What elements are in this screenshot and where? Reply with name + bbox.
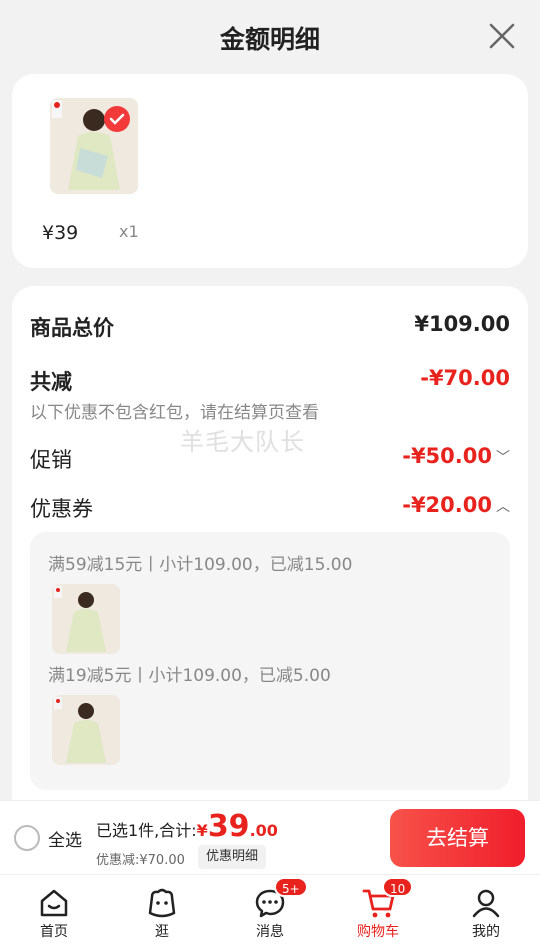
currency-symbol: ¥ (196, 821, 208, 840)
tab-label: 首页 (40, 924, 68, 940)
coupon-row-value[interactable]: -¥20.00 ︿ (402, 493, 510, 517)
chevron-up-icon: ︿ (496, 499, 510, 515)
tab-bar: 首页 逛 5+ 消息 10 购物车 我的 (0, 874, 540, 949)
select-all-radio[interactable] (14, 825, 40, 851)
tab-profile[interactable]: 我的 (432, 875, 540, 949)
tab-messages[interactable]: 5+ 消息 (216, 875, 324, 949)
coupon-2-product-thumbnail[interactable] (52, 695, 120, 765)
product-price: ¥39 (42, 222, 79, 244)
total-value: ¥109.00 (414, 312, 510, 336)
page-title: 金额明细 (219, 25, 320, 54)
discount-total: 优惠减:¥70.00 (96, 853, 185, 868)
promo-value: -¥50.00 (402, 444, 492, 468)
coupon-label: 优惠券 (30, 497, 93, 521)
promo-row-value[interactable]: -¥50.00 ﹀ (402, 444, 510, 468)
amount-decimal: .00 (249, 821, 278, 840)
tab-home[interactable]: 首页 (0, 875, 108, 949)
product-card: ¥39 x1 (12, 74, 528, 268)
tab-label: 消息 (256, 924, 284, 940)
message-badge: 5+ (274, 877, 308, 897)
tab-label: 购物车 (357, 924, 399, 940)
header: 金额明细 (0, 0, 540, 78)
profile-icon (472, 889, 500, 918)
amount-integer: 39 (207, 809, 250, 844)
checkout-bar: 全选 已选1件,合计:¥39.00 优惠减:¥70.00 优惠明细 去结算 (0, 800, 540, 874)
product-thumbnail[interactable] (50, 98, 138, 194)
reduce-value: -¥70.00 (420, 366, 510, 390)
coupon-1-product-thumbnail[interactable] (52, 584, 120, 654)
product-image (52, 584, 120, 654)
tab-label: 我的 (472, 924, 500, 940)
close-icon[interactable] (488, 22, 516, 50)
tab-cart[interactable]: 10 购物车 (324, 875, 432, 949)
price-breakdown-card: 商品总价 ¥109.00 共减 -¥70.00 以下优惠不包含红包，请在结算页查… (12, 286, 528, 826)
total-summary: 已选1件,合计:¥39.00 (96, 809, 278, 844)
watermark: 羊毛大队长 (180, 428, 305, 456)
tab-label: 逛 (155, 924, 169, 940)
selected-check-icon[interactable] (104, 106, 130, 132)
cart-badge: 10 (382, 877, 414, 897)
coupon-rule-1: 满59减15元丨小计109.00，已减15.00 (48, 555, 353, 575)
total-label: 商品总价 (30, 316, 114, 340)
chevron-down-icon: ﹀ (496, 450, 510, 466)
reduce-label: 共减 (30, 370, 72, 394)
coupon-rule-2: 满19减5元丨小计109.00，已减5.00 (48, 666, 331, 686)
checkout-button[interactable]: 去结算 (390, 809, 525, 867)
coupon-value: -¥20.00 (402, 493, 492, 517)
promo-label: 促销 (30, 448, 72, 472)
product-quantity: x1 (119, 222, 139, 241)
tab-browse[interactable]: 逛 (108, 875, 216, 949)
smile-icon (148, 888, 176, 918)
select-all-label[interactable]: 全选 (48, 826, 82, 851)
discount-note: 以下优惠不包含红包，请在结算页查看 (30, 403, 319, 423)
product-image (52, 695, 120, 765)
home-icon (40, 889, 68, 917)
summary-prefix: 已选1件,合计: (96, 821, 197, 840)
coupon-detail-box: 满59减15元丨小计109.00，已减15.00 满19减5元丨小计109.00… (30, 532, 510, 790)
discount-detail-button[interactable]: 优惠明细 (198, 845, 267, 869)
